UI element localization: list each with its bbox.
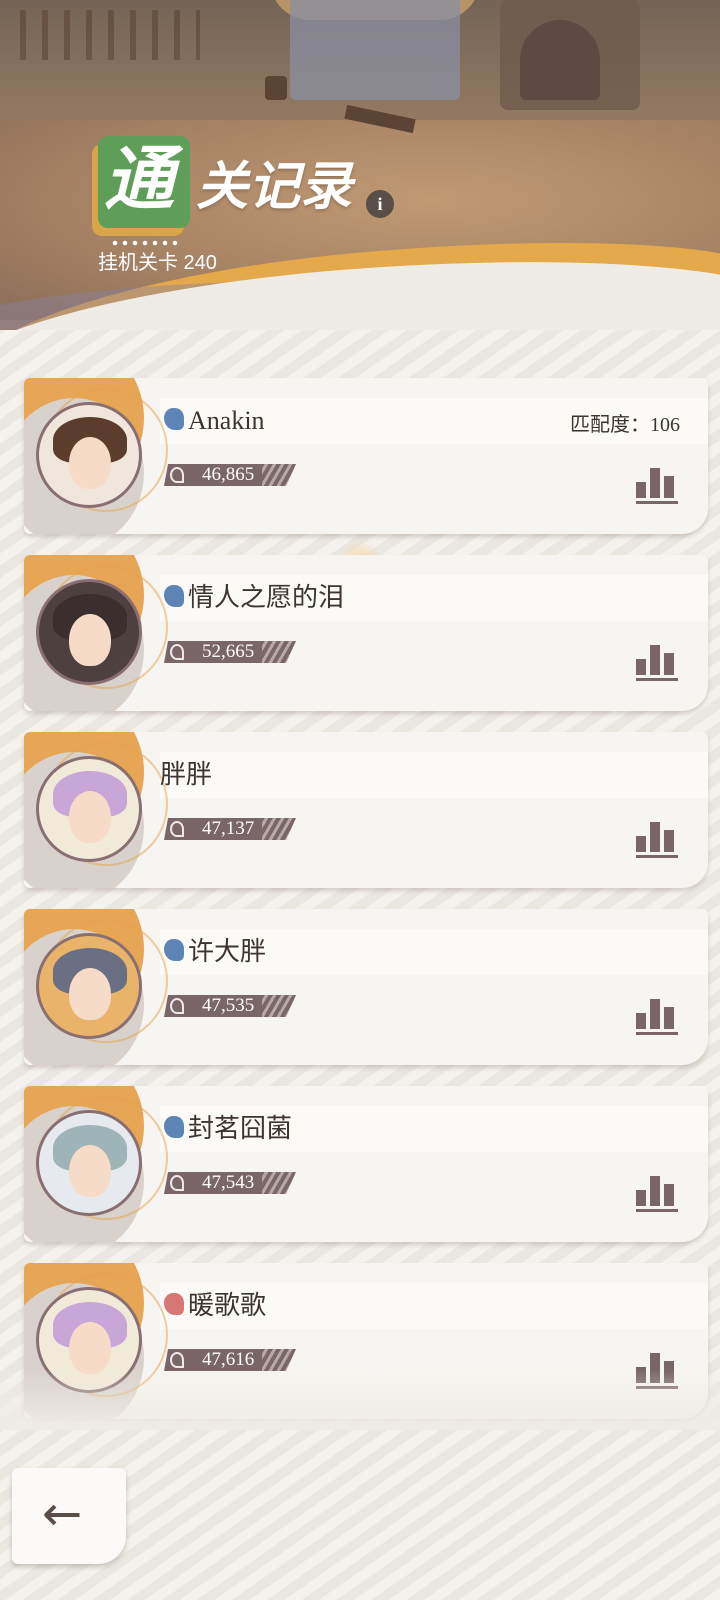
- avatar[interactable]: [36, 579, 142, 685]
- banner-oven: [520, 20, 600, 100]
- bar-chart-base: [636, 678, 678, 681]
- record-card[interactable]: 许大胖 47,535: [24, 909, 708, 1065]
- bar-chart-bar: [664, 653, 674, 675]
- bar-chart-icon[interactable]: [636, 1174, 678, 1212]
- power-stripes: [262, 818, 296, 840]
- power-icon: [170, 1175, 184, 1191]
- male-icon: [164, 1116, 184, 1138]
- back-arrow-icon: ←: [42, 1486, 83, 1542]
- bar-chart-bar: [664, 1184, 674, 1206]
- bar-chart-icon[interactable]: [636, 466, 678, 504]
- player-name: 情人之愿的泪: [188, 583, 345, 612]
- banner-stump: [265, 76, 287, 100]
- banner-house: [290, 0, 460, 100]
- match-score: 匹配度：106: [570, 414, 680, 436]
- bar-chart-bar: [664, 830, 674, 852]
- card-name-band: [160, 752, 708, 798]
- power-value: 47,543: [202, 1172, 255, 1193]
- male-icon: [164, 408, 184, 430]
- bar-chart-bar: [636, 1013, 646, 1029]
- bar-chart-icon[interactable]: [636, 643, 678, 681]
- avatar-face: [69, 1145, 111, 1197]
- record-card[interactable]: 封茗囧菌 47,543: [24, 1086, 708, 1242]
- power-stripes: [262, 464, 296, 486]
- power-badge: 47,543: [164, 1172, 296, 1194]
- bar-chart-bar: [650, 1176, 660, 1206]
- bar-chart-bar: [650, 645, 660, 675]
- power-value: 47,616: [202, 1349, 255, 1370]
- avatar[interactable]: [36, 933, 142, 1039]
- stage-subtitle: 挂机关卡 240: [98, 252, 217, 274]
- power-stripes: [262, 995, 296, 1017]
- avatar-face: [69, 614, 111, 666]
- bar-chart-bar: [636, 659, 646, 675]
- power-icon: [170, 998, 184, 1014]
- title-badge-char: 通: [104, 142, 174, 219]
- bar-chart-base: [636, 501, 678, 504]
- avatar[interactable]: [36, 402, 142, 508]
- avatar[interactable]: [36, 756, 142, 862]
- player-name: 暖歌歌: [188, 1291, 267, 1320]
- title-badge: 通: [98, 136, 190, 228]
- power-value: 46,865: [202, 464, 255, 485]
- power-icon: [170, 467, 184, 483]
- bar-chart-bar: [650, 822, 660, 852]
- power-badge: 47,535: [164, 995, 296, 1017]
- bar-chart-bar: [664, 476, 674, 498]
- player-name: Anakin: [188, 406, 265, 435]
- bar-chart-icon[interactable]: [636, 997, 678, 1035]
- record-card[interactable]: 胖胖 47,137: [24, 732, 708, 888]
- bar-chart-bar: [650, 468, 660, 498]
- power-icon: [170, 1352, 184, 1368]
- avatar-face: [69, 968, 111, 1020]
- power-stripes: [262, 641, 296, 663]
- power-badge: 47,137: [164, 818, 296, 840]
- record-card[interactable]: Anakin 匹配度：106 46,865: [24, 378, 708, 534]
- bar-chart-bar: [636, 482, 646, 498]
- power-value: 47,137: [202, 818, 255, 839]
- power-icon: [170, 644, 184, 660]
- bar-chart-base: [636, 855, 678, 858]
- female-icon: [164, 1293, 184, 1315]
- male-icon: [164, 939, 184, 961]
- power-value: 47,535: [202, 995, 255, 1016]
- player-name: 胖胖: [160, 760, 213, 789]
- power-stripes: [262, 1172, 296, 1194]
- bar-chart-bar: [650, 999, 660, 1029]
- power-icon: [170, 821, 184, 837]
- avatar-face: [69, 1322, 111, 1374]
- power-badge: 46,865: [164, 464, 296, 486]
- bar-chart-bar: [636, 1190, 646, 1206]
- page-title: 关记录: [196, 159, 353, 216]
- banner-fence: [20, 10, 200, 60]
- avatar[interactable]: [36, 1110, 142, 1216]
- power-badge: 52,665: [164, 641, 296, 663]
- player-name: 封茗囧菌: [188, 1114, 293, 1143]
- bar-chart-icon[interactable]: [636, 820, 678, 858]
- avatar-face: [69, 791, 111, 843]
- info-icon[interactable]: i: [366, 190, 394, 218]
- bar-chart-base: [636, 1032, 678, 1035]
- list-fade: [0, 1370, 720, 1430]
- back-button[interactable]: ←: [12, 1468, 126, 1564]
- record-card[interactable]: 情人之愿的泪 52,665: [24, 555, 708, 711]
- bar-chart-base: [636, 1209, 678, 1212]
- power-value: 52,665: [202, 641, 255, 662]
- power-stripes: [262, 1349, 296, 1371]
- bar-chart-bar: [664, 1007, 674, 1029]
- avatar-face: [69, 437, 111, 489]
- male-icon: [164, 585, 184, 607]
- bar-chart-bar: [636, 836, 646, 852]
- player-name: 许大胖: [188, 937, 267, 966]
- power-badge: 47,616: [164, 1349, 296, 1371]
